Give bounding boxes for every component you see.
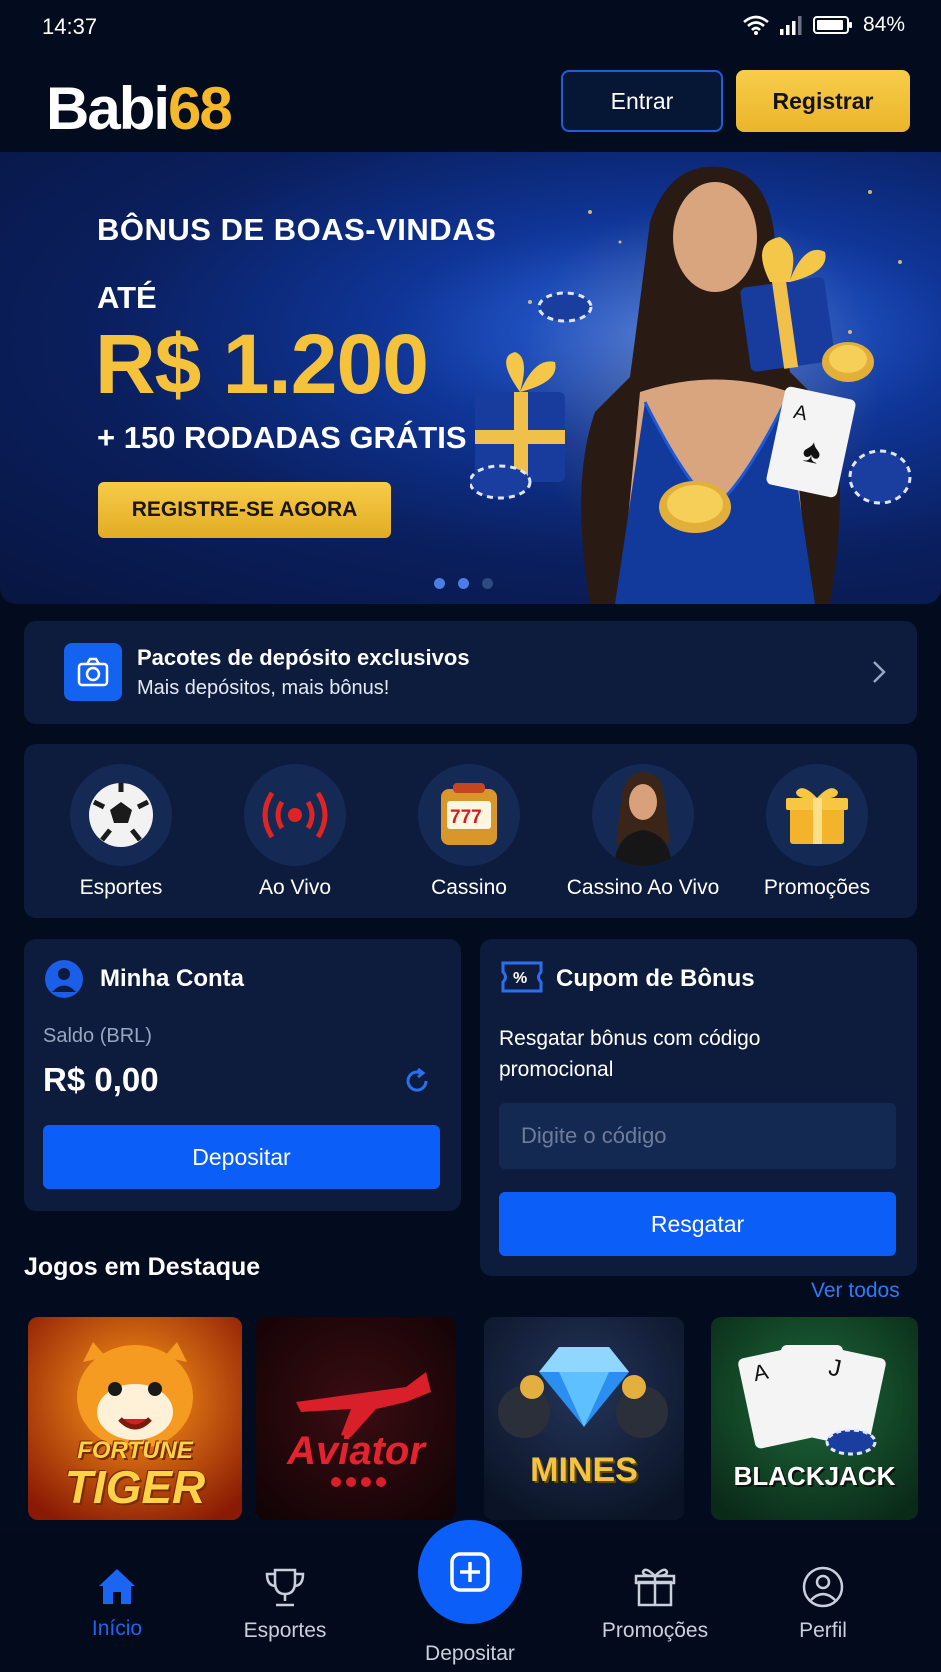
user-icon: [802, 1566, 844, 1608]
signal-icon: [779, 16, 802, 35]
svg-text:%: %: [513, 970, 527, 987]
header: Babi68 Entrar Registrar: [0, 60, 941, 144]
trophy-icon: [265, 1568, 305, 1607]
featured-games-list: FORTUNE TIGER Aviator MINES J A BLACKJAC…: [28, 1317, 918, 1520]
see-all-link[interactable]: Ver todos: [811, 1279, 900, 1303]
game-title: FORTUNE TIGER: [64, 1437, 206, 1513]
promo-banner[interactable]: A ♠ BÔNUS DE BOAS-VINDAS ATÉ R$ 1.200 + …: [0, 152, 941, 604]
banner-subtitle: BÔNUS DE BOAS-VINDAS: [97, 212, 497, 247]
coupon-code-input[interactable]: [499, 1103, 896, 1169]
category-shortcuts: Esportes Ao Vivo 777 Cassino Cassino Ao …: [24, 744, 917, 918]
game-card-aviator[interactable]: Aviator: [256, 1317, 456, 1520]
status-time: 14:37: [42, 14, 98, 39]
bonus-coupon-card: % Cupom de Bônus Resgatar bônus com códi…: [480, 939, 917, 1276]
live-broadcast-icon: [262, 791, 328, 839]
my-account-card: Minha Conta Saldo (BRL) R$ 0,00 Deposita…: [24, 939, 461, 1211]
nav-home[interactable]: Início: [52, 1566, 182, 1641]
banner-register-button[interactable]: REGISTRE-SE AGORA: [98, 482, 391, 538]
deposit-packages-card[interactable]: Pacotes de depósito exclusivos Mais depó…: [24, 621, 917, 724]
redeem-button[interactable]: Resgatar: [499, 1192, 896, 1256]
chevron-right-icon: [873, 661, 886, 683]
nav-sports[interactable]: Esportes: [220, 1566, 350, 1643]
category-promotions[interactable]: Promoções: [732, 764, 902, 900]
category-live-casino[interactable]: Cassino Ao Vivo: [558, 764, 728, 900]
banner-bonus-amount: R$ 1.200: [95, 317, 429, 411]
soccer-ball-icon: [89, 783, 153, 847]
category-sports[interactable]: Esportes: [36, 764, 206, 900]
live-dealer-icon: [614, 772, 672, 866]
banner-pagination: [434, 578, 493, 589]
coupon-title: Cupom de Bônus: [556, 965, 755, 992]
category-casino[interactable]: 777 Cassino: [384, 764, 554, 900]
camera-gift-icon: [64, 643, 122, 701]
battery-icon: [812, 16, 852, 34]
nav-promotions[interactable]: Promoções: [590, 1566, 720, 1643]
deposit-packages-subtitle: Mais depósitos, mais bônus!: [137, 677, 390, 699]
register-button[interactable]: Registrar: [736, 70, 910, 132]
coupon-description: Resgatar bônus com código promocional: [499, 1027, 761, 1081]
deposit-packages-title: Pacotes de depósito exclusivos: [137, 645, 470, 670]
game-title: Aviator: [287, 1429, 425, 1473]
refresh-icon[interactable]: [403, 1067, 431, 1095]
game-card-fortune-tiger[interactable]: FORTUNE TIGER: [28, 1317, 242, 1520]
game-card-blackjack[interactable]: J A BLACKJACK: [711, 1317, 918, 1520]
pagination-dot[interactable]: [458, 578, 469, 589]
wifi-icon: [743, 15, 769, 35]
status-bar: 14:37 84%: [0, 0, 941, 52]
battery-percent: 84%: [862, 13, 905, 36]
plus-icon: [450, 1552, 490, 1592]
slot-machine-icon: 777: [441, 783, 497, 845]
banner-free-spins: + 150 RODADAS GRÁTIS: [97, 420, 467, 455]
gift-icon: [634, 1568, 676, 1607]
login-button[interactable]: Entrar: [561, 70, 723, 132]
game-title: MINES: [530, 1451, 638, 1489]
brand-logo[interactable]: Babi68: [46, 74, 233, 143]
game-title: BLACKJACK: [733, 1461, 896, 1491]
user-avatar-icon: [45, 960, 83, 998]
banner-up-to: ATÉ: [97, 280, 157, 315]
my-account-title: Minha Conta: [100, 965, 244, 992]
svg-text:777: 777: [450, 807, 482, 828]
nav-deposit-label[interactable]: Depositar: [380, 1642, 560, 1666]
coupon-icon: %: [501, 961, 543, 993]
balance-label: Saldo (BRL): [43, 1025, 152, 1047]
home-icon: [99, 1569, 135, 1604]
featured-games-title: Jogos em Destaque: [24, 1253, 261, 1281]
banner-hero-illustration: A ♠: [470, 166, 912, 604]
category-live[interactable]: Ao Vivo: [210, 764, 380, 900]
gift-icon: [786, 788, 848, 844]
game-card-mines[interactable]: MINES: [484, 1317, 684, 1520]
balance-value: R$ 0,00: [43, 1061, 159, 1098]
deposit-button[interactable]: Depositar: [43, 1125, 440, 1189]
bottom-navigation: Início Esportes Depositar Promoções Perf…: [0, 1520, 941, 1672]
nav-deposit-fab[interactable]: [418, 1520, 522, 1624]
nav-profile[interactable]: Perfil: [758, 1566, 888, 1643]
pagination-dot[interactable]: [482, 578, 493, 589]
pagination-dot[interactable]: [434, 578, 445, 589]
